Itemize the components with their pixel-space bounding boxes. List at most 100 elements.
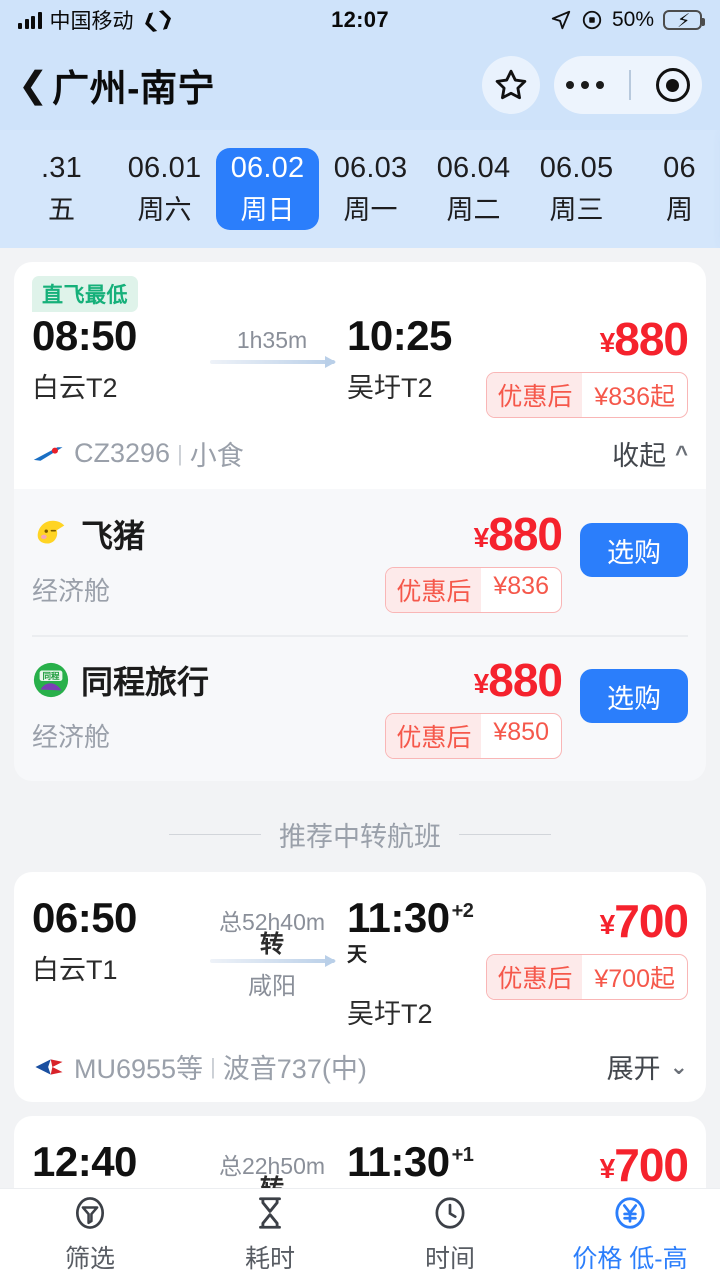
date-weekday: 五	[48, 194, 75, 225]
bottom-nav[interactable]: 筛选 耗时 时间 价格 低-高	[0, 1188, 720, 1280]
china-southern-logo	[33, 446, 63, 461]
depart-time: 08:50	[32, 312, 137, 359]
nav-time[interactable]: 时间	[360, 1194, 540, 1275]
back-button[interactable]: ❮	[18, 67, 48, 103]
section-divider: 推荐中转航班	[0, 781, 720, 858]
price-block[interactable]: ¥700 优惠后 ¥700起	[486, 1139, 689, 1188]
date-item[interactable]: 06 周	[628, 148, 720, 230]
collapse-toggle[interactable]: 收起 ^	[612, 434, 688, 473]
currency-symbol: ¥	[599, 1153, 616, 1185]
buy-button[interactable]: 选购	[580, 669, 688, 723]
flight-list-scroll[interactable]: 直飞最低 08:50 白云T2 1h35m 10:25 吴圩T2 ¥880 优惠…	[0, 248, 720, 1188]
flight-summary[interactable]: 12:40 白云T1 总22h50m 转 咸阳 11:30+1天 吴圩T2 ¥7…	[14, 1116, 706, 1188]
date-weekday: 周三	[549, 194, 604, 225]
date-selector-strip[interactable]: .31 五 06.01 周六 06.02 周日 06.03 周一 06.04 周…	[0, 130, 720, 248]
ota-name-row: 飞猪	[32, 511, 385, 557]
ota-name: 同程旅行	[81, 664, 210, 700]
status-bar-left: 中国移动 ❮❯	[18, 5, 331, 35]
chevron-down-icon: ⌄	[669, 1053, 688, 1079]
divider-line-right	[459, 833, 551, 836]
price-value: 700	[614, 1139, 689, 1188]
promo-price: ¥850	[493, 718, 549, 746]
promo-badge: 优惠后 ¥836起	[486, 372, 688, 418]
page-header: ❮ 广州-南宁	[0, 40, 720, 130]
date-item-selected[interactable]: 06.02 周日	[216, 148, 319, 230]
favorite-button[interactable]	[482, 56, 540, 114]
date-weekday: 周二	[446, 194, 501, 225]
more-dots-icon[interactable]	[566, 81, 605, 89]
nav-price[interactable]: 价格 低-高	[540, 1194, 720, 1275]
nav-duration[interactable]: 耗时	[180, 1194, 360, 1275]
date-item[interactable]: 06.03 周一	[319, 148, 422, 230]
flight-card-direct[interactable]: 直飞最低 08:50 白云T2 1h35m 10:25 吴圩T2 ¥880 优惠…	[14, 262, 706, 489]
depart-time: 12:40	[32, 1138, 137, 1186]
mini-program-capsule[interactable]	[554, 56, 702, 114]
filter-funnel-icon	[75, 1197, 105, 1229]
flight-row: 12:40 白云T1 总22h50m 转 咸阳 11:30+1天 吴圩T2 ¥7…	[32, 1138, 689, 1188]
arrive-block: 11:30+1天 吴圩T2	[347, 1140, 486, 1188]
depart-time: 06:50	[32, 894, 137, 941]
flight-card-transfer[interactable]: 12:40 白云T1 总22h50m 转 咸阳 11:30+1天 吴圩T2 ¥7…	[14, 1116, 706, 1188]
date-number: 06.01	[127, 151, 202, 184]
status-bar-clock: 12:07	[331, 7, 389, 32]
price-block[interactable]: ¥880 优惠后 ¥836起	[486, 314, 689, 418]
flight-meta-row[interactable]: MU6955等 | 波音737(中) 展开 ⌄	[14, 1041, 706, 1102]
signal-bars-icon	[18, 11, 42, 29]
ota-price-block: ¥880 优惠后 ¥850	[385, 657, 580, 759]
nav-label: 筛选	[64, 1245, 115, 1273]
depart-airport: 白云T2	[32, 373, 118, 404]
flight-card-transfer[interactable]: 06:50 白云T1 总52h40m 转 咸阳 11:30 +2天 吴圩T2 ¥7…	[14, 872, 706, 1103]
status-bar-right: 50% ⚡	[389, 8, 705, 32]
fliggy-logo	[37, 520, 65, 544]
ota-info: 飞猪 经济舱	[32, 511, 385, 608]
date-number: 06.04	[436, 151, 511, 184]
flight-summary[interactable]: 06:50 白云T1 总52h40m 转 咸阳 11:30 +2天 吴圩T2 ¥7…	[14, 872, 706, 1041]
date-list[interactable]: .31 五 06.01 周六 06.02 周日 06.03 周一 06.04 周…	[0, 148, 720, 230]
duration-block: 1h35m	[197, 314, 347, 369]
price-value: 880	[488, 508, 563, 560]
arrive-block: 11:30 +2天 吴圩T2	[347, 895, 486, 1031]
duration-block: 总52h40m 转 咸阳	[197, 896, 347, 1001]
date-weekday: 周六	[137, 194, 192, 225]
date-item[interactable]: .31 五	[10, 148, 113, 230]
china-eastern-logo	[35, 1059, 63, 1075]
ota-list[interactable]: 飞猪 经济舱 ¥880 优惠后 ¥836 选购 同程 同程旅行 经济舱 ¥880…	[14, 489, 706, 781]
duration-block: 总22h50m 转 咸阳	[197, 1140, 347, 1188]
promo-badge: 优惠后 ¥836	[385, 567, 562, 613]
flight-row: 08:50 白云T2 1h35m 10:25 吴圩T2 ¥880 优惠后 ¥83…	[32, 312, 689, 418]
yen-circle-icon	[615, 1197, 645, 1229]
date-item[interactable]: 06.04 周二	[422, 148, 525, 230]
date-item[interactable]: 06.05 周三	[525, 148, 628, 230]
wifi-link-icon: ❮❯	[139, 6, 176, 34]
date-item[interactable]: 06.01 周六	[113, 148, 216, 230]
promo-label: 优惠后	[386, 568, 482, 612]
flight-duration: 1h35m	[236, 327, 308, 353]
target-circle-icon[interactable]	[655, 68, 690, 102]
hourglass-icon	[259, 1197, 281, 1229]
rotation-lock-icon	[582, 10, 602, 30]
promo-badge: 优惠后 ¥700起	[486, 954, 688, 1000]
toggle-label: 展开	[606, 1054, 661, 1085]
section-divider-label: 推荐中转航班	[279, 822, 441, 852]
star-outline-icon	[495, 69, 527, 100]
flight-meta-row[interactable]: CZ3296 | 小食 收起 ^	[14, 428, 706, 489]
flight-summary[interactable]: 直飞最低 08:50 白云T2 1h35m 10:25 吴圩T2 ¥880 优惠…	[14, 262, 706, 428]
expand-toggle[interactable]: 展开 ⌄	[607, 1047, 688, 1086]
promo-price: ¥700起	[594, 965, 675, 993]
nav-label: 价格 低-高	[572, 1245, 688, 1273]
meta-separator: |	[177, 440, 183, 466]
clock-icon	[435, 1197, 465, 1229]
flight-path-arrow-icon	[209, 356, 336, 369]
nav-filter[interactable]: 筛选	[0, 1194, 180, 1275]
promo-label: 优惠后	[487, 955, 583, 999]
flight-row: 06:50 白云T1 总52h40m 转 咸阳 11:30 +2天 吴圩T2 ¥7…	[32, 894, 689, 1031]
date-number: 06.02	[230, 151, 305, 184]
ota-name-row: 同程 同程旅行	[32, 657, 385, 703]
ota-row[interactable]: 同程 同程旅行 经济舱 ¥880 优惠后 ¥850 选购	[32, 635, 688, 781]
promo-price: ¥836起	[594, 383, 675, 411]
ota-row[interactable]: 飞猪 经济舱 ¥880 优惠后 ¥836 选购	[32, 489, 688, 635]
price-block[interactable]: ¥700 优惠后 ¥700起	[486, 896, 689, 1000]
buy-button[interactable]: 选购	[580, 523, 688, 577]
transfer-label: 转	[197, 1168, 347, 1188]
promo-price: ¥836	[493, 572, 549, 600]
